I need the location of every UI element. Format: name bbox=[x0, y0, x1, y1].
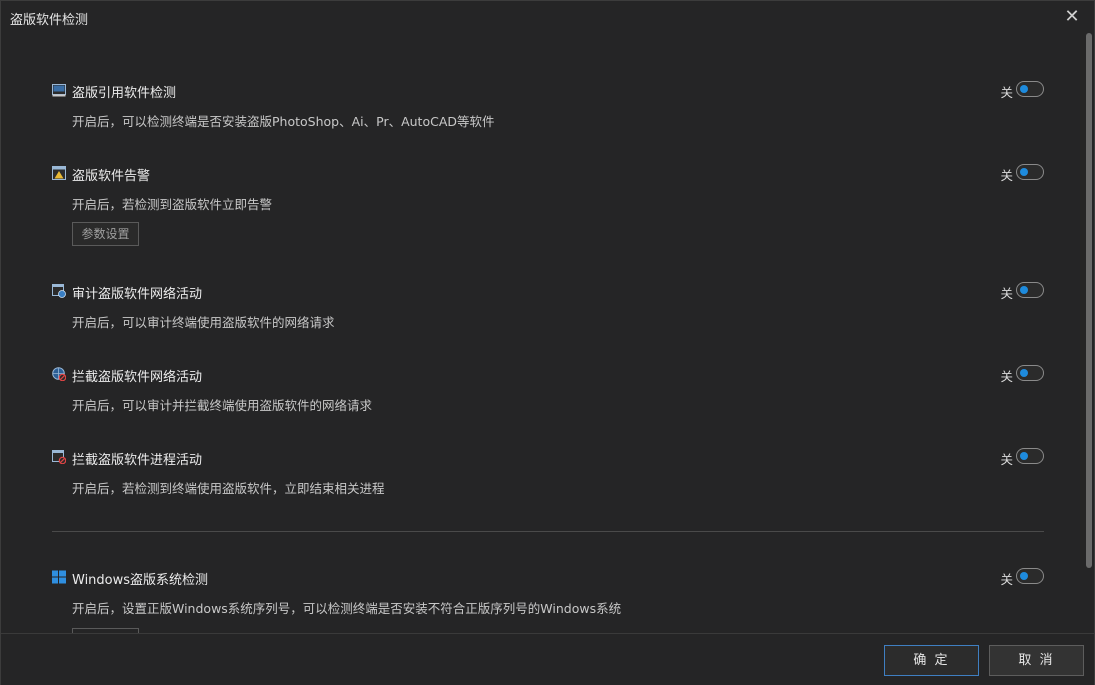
toggle-knob bbox=[1020, 168, 1028, 176]
toggle-state-label: 关 bbox=[1000, 286, 1013, 301]
section-title: 盗版引用软件检测 bbox=[72, 86, 177, 101]
settings-content: 盗版引用软件检测 关 开启后，可以检测终端是否安装盗版PhotoShop、Ai、… bbox=[1, 33, 1086, 633]
block-network-activity-toggle[interactable] bbox=[1016, 365, 1044, 381]
section-title: 拦截盗版软件进程活动 bbox=[72, 453, 203, 468]
section-description: 开启后，若检测到盗版软件立即告警 bbox=[72, 197, 273, 212]
toggle-state-label: 关 bbox=[1000, 168, 1013, 183]
scrollbar-thumb[interactable] bbox=[1086, 33, 1092, 568]
section-title: 拦截盗版软件网络活动 bbox=[72, 370, 203, 385]
vertical-scrollbar[interactable] bbox=[1086, 33, 1092, 633]
section-windows-piracy-detection: Windows盗版系统检测 关 开启后，设置正版Windows系统序列号，可以检… bbox=[52, 568, 1044, 616]
section-piracy-alert: 盗版软件告警 关 开启后，若检测到盗版软件立即告警 参数设置 bbox=[52, 164, 1044, 246]
section-description: 开启后，若检测到终端使用盗版软件，立即结束相关进程 bbox=[72, 481, 385, 496]
section-divider bbox=[52, 531, 1044, 532]
toggle-state-label: 关 bbox=[1000, 452, 1013, 467]
piracy-alert-toggle[interactable] bbox=[1016, 164, 1044, 180]
parameter-settings-button[interactable]: 参数设置 bbox=[72, 222, 139, 246]
block-network-globe-icon bbox=[52, 367, 66, 381]
section-description: 开启后，设置正版Windows系统序列号，可以检测终端是否安装不符合正版序列号的… bbox=[72, 601, 622, 616]
piracy-detection-dialog: 盗版软件检测 ✕ 盗版引用软件检测 关 开启后，可以检测终端是否安装盗版Phot… bbox=[0, 0, 1095, 685]
toggle-knob bbox=[1020, 452, 1028, 460]
toggle-state-label: 关 bbox=[1000, 369, 1013, 384]
section-title: 盗版软件告警 bbox=[72, 169, 151, 184]
section-title: 审计盗版软件网络活动 bbox=[72, 287, 203, 302]
dialog-title: 盗版软件检测 bbox=[10, 13, 89, 28]
section-audit-network-activity: 审计盗版软件网络活动 关 开启后，可以审计终端使用盗版软件的网络请求 bbox=[52, 282, 1044, 330]
windows-logo-icon bbox=[52, 570, 66, 584]
audit-network-icon bbox=[52, 284, 66, 298]
audit-network-activity-toggle[interactable] bbox=[1016, 282, 1044, 298]
close-icon[interactable]: ✕ bbox=[1064, 7, 1080, 27]
cancel-button[interactable]: 取 消 bbox=[989, 645, 1084, 676]
dialog-footer: 确 定 取 消 bbox=[1, 633, 1094, 685]
ok-button[interactable]: 确 定 bbox=[884, 645, 979, 676]
windows-piracy-detection-toggle[interactable] bbox=[1016, 568, 1044, 584]
piracy-software-detection-toggle[interactable] bbox=[1016, 81, 1044, 97]
toggle-knob bbox=[1020, 286, 1028, 294]
block-process-icon bbox=[52, 450, 66, 464]
toggle-knob bbox=[1020, 85, 1028, 93]
block-process-activity-toggle[interactable] bbox=[1016, 448, 1044, 464]
section-description: 开启后，可以检测终端是否安装盗版PhotoShop、Ai、Pr、AutoCAD等… bbox=[72, 114, 495, 129]
section-block-network-activity: 拦截盗版软件网络活动 关 开启后，可以审计并拦截终端使用盗版软件的网络请求 bbox=[52, 365, 1044, 413]
section-description: 开启后，可以审计终端使用盗版软件的网络请求 bbox=[72, 315, 335, 330]
section-piracy-software-detection: 盗版引用软件检测 关 开启后，可以检测终端是否安装盗版PhotoShop、Ai、… bbox=[52, 81, 1044, 129]
toggle-state-label: 关 bbox=[1000, 85, 1013, 100]
title-bar: 盗版软件检测 ✕ bbox=[1, 1, 1094, 33]
toggle-knob bbox=[1020, 572, 1028, 580]
section-title: Windows盗版系统检测 bbox=[72, 573, 209, 588]
monitor-icon bbox=[52, 84, 66, 97]
toggle-state-label: 关 bbox=[1000, 572, 1013, 587]
alert-window-icon bbox=[52, 166, 66, 180]
section-description: 开启后，可以审计并拦截终端使用盗版软件的网络请求 bbox=[72, 398, 373, 413]
section-block-process-activity: 拦截盗版软件进程活动 关 开启后，若检测到终端使用盗版软件，立即结束相关进程 bbox=[52, 448, 1044, 496]
toggle-knob bbox=[1020, 369, 1028, 377]
